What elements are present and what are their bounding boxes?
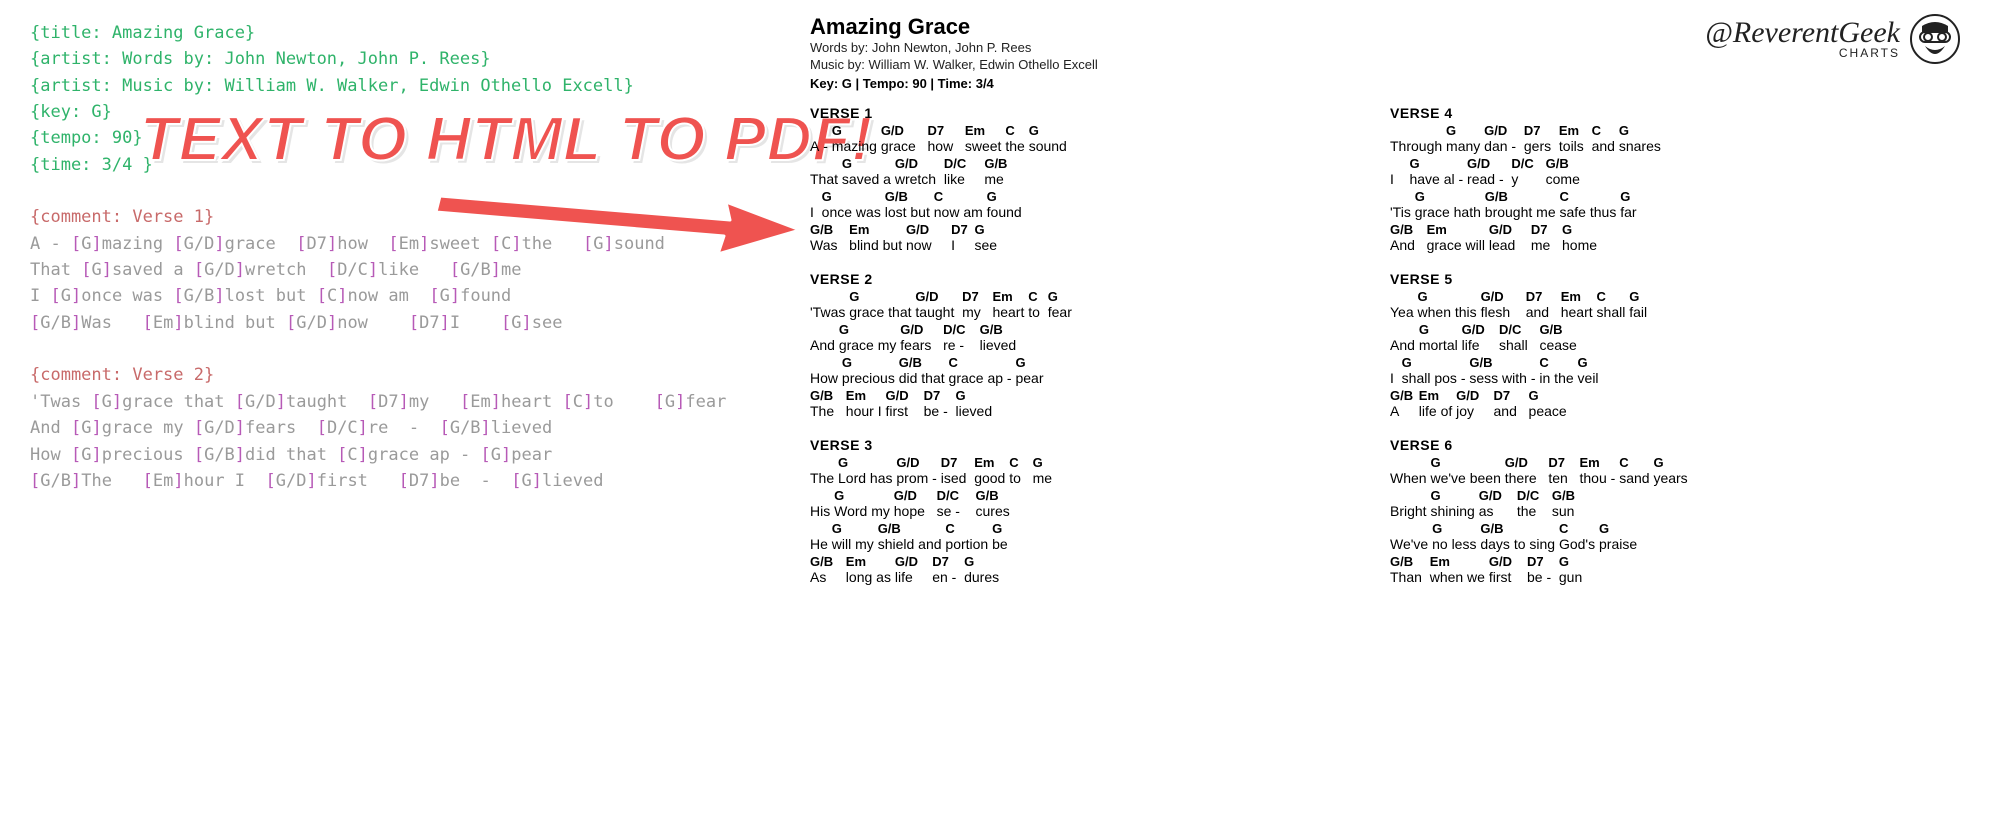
- verse-label: VERSE 1: [810, 105, 1320, 121]
- chord-chart-pane: Amazing Grace Words by: John Newton, Joh…: [800, 0, 2000, 840]
- verse-label: VERSE 3: [810, 437, 1320, 453]
- verses-grid: VERSE 1 A - Gmazing G/Dgrace D7how Emswe…: [810, 105, 1970, 603]
- verse-block: VERSE 3 The GLord has G/Dprom - D7ised E…: [810, 437, 1320, 585]
- verse-label: VERSE 4: [1390, 105, 1900, 121]
- source-sections: {comment: Verse 1}A - [G]mazing [G/D]gra…: [30, 204, 770, 520]
- chordpro-source-pane: {title: Amazing Grace} {artist: Words by…: [0, 0, 800, 840]
- verse-label: VERSE 2: [810, 271, 1320, 287]
- verse-label: VERSE 5: [1390, 271, 1900, 287]
- brand-logo: @ReverentGeek CHARTS: [1705, 14, 1960, 64]
- verse-block: VERSE 5 Yea Gwhen this G/Dflesh D7and Em…: [1390, 271, 1900, 419]
- verse-block: VERSE 1 A - Gmazing G/Dgrace D7how Emswe…: [810, 105, 1320, 253]
- verse-label: VERSE 6: [1390, 437, 1900, 453]
- avatar-icon: [1910, 14, 1960, 64]
- verse-block: VERSE 2 'Twas Ggrace that G/Dtaught D7my…: [810, 271, 1320, 419]
- verse-block: VERSE 6 When Gwe've been G/Dthere D7ten …: [1390, 437, 1900, 585]
- brand-handle: @ReverentGeek: [1705, 19, 1900, 46]
- verse-block: VERSE 4 Through Gmany G/Ddan - D7gers Em…: [1390, 105, 1900, 253]
- source-meta-block: {title: Amazing Grace} {artist: Words by…: [30, 20, 770, 178]
- chart-keyline: Key: G | Tempo: 90 | Time: 3/4: [810, 76, 1970, 91]
